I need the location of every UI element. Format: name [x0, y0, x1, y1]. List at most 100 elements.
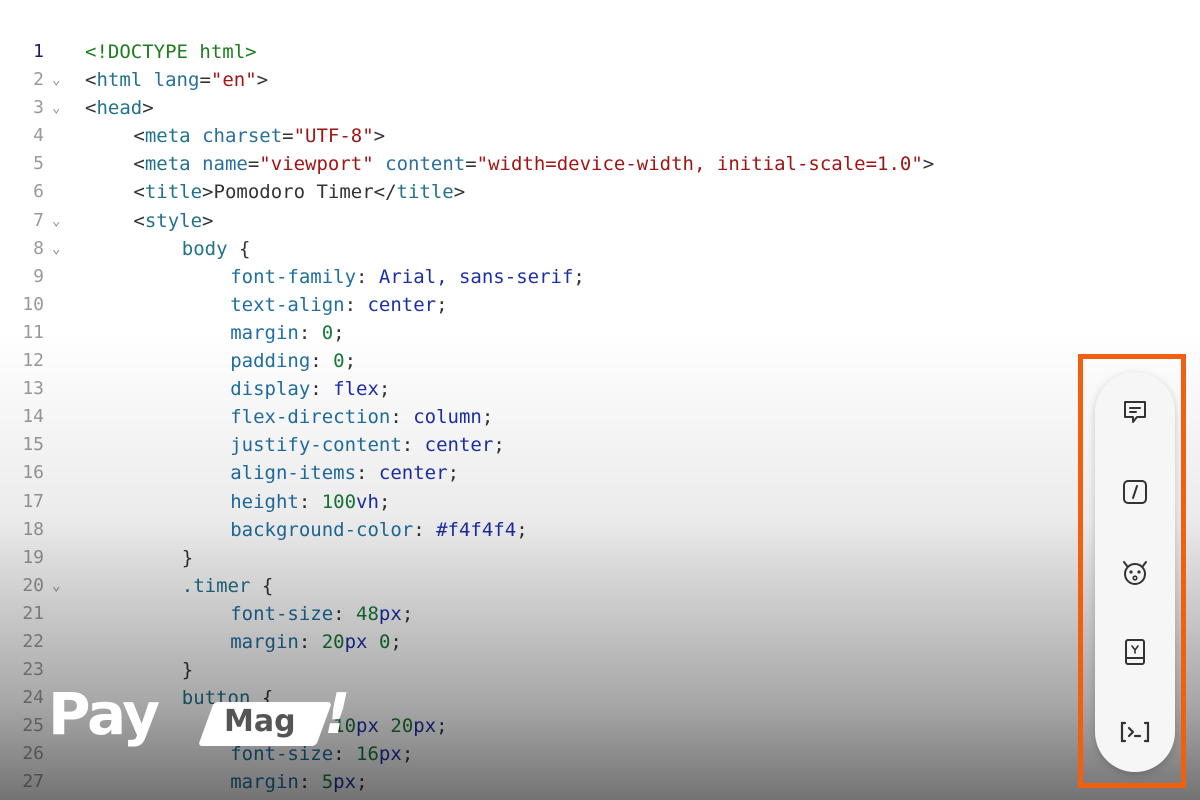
terminal-icon[interactable]	[1115, 712, 1155, 752]
code-line[interactable]: 27 margin: 5px;	[0, 768, 1200, 796]
code-line[interactable]: 6 <title>Pomodoro Timer</title>	[0, 178, 1200, 206]
code-token: justify-content	[230, 434, 402, 457]
line-number: 25	[22, 715, 44, 737]
code-line[interactable]: 21 font-size: 48px;	[0, 600, 1200, 628]
code-line[interactable]: 20 ⌄ .timer {	[0, 572, 1200, 600]
line-number: 23	[22, 659, 44, 681]
code-line[interactable]: 17 height: 100vh;	[0, 488, 1200, 516]
code-text: font-size: 48px;	[230, 600, 413, 628]
code-text: <!DOCTYPE html>	[85, 38, 257, 66]
code-token: <	[133, 125, 145, 148]
code-text: background-color: #f4f4f4;	[230, 516, 527, 544]
slash-command-icon[interactable]	[1115, 472, 1155, 512]
code-token: :	[310, 378, 334, 401]
code-line[interactable]: 8 ⌄ body {	[0, 235, 1200, 263]
code-text: }	[182, 544, 193, 572]
code-text: margin: 0;	[230, 319, 344, 347]
code-text: margin: 20px 0;	[230, 628, 402, 656]
code-token: px	[378, 743, 402, 766]
code-token: lang	[153, 69, 200, 92]
code-token: :	[356, 462, 379, 485]
code-line[interactable]: 12 padding: 0;	[0, 347, 1200, 375]
code-token: :	[298, 490, 322, 513]
code-token: name	[202, 153, 248, 176]
code-line[interactable]: 11 margin: 0;	[0, 319, 1200, 347]
fold-chevron-icon[interactable]: ⌄	[52, 235, 60, 263]
line-number: 8	[33, 237, 44, 259]
code-line[interactable]: 1 <!DOCTYPE html>	[0, 38, 1200, 66]
line-number: 6	[33, 181, 44, 203]
code-text: height: 100vh;	[230, 488, 390, 516]
code-token: margin	[230, 321, 299, 344]
code-token: 5	[321, 771, 334, 794]
code-token: center	[378, 462, 448, 485]
code-text: padding: 0;	[230, 347, 356, 375]
code-token: flex	[333, 378, 379, 401]
code-token: align-items	[230, 462, 357, 485]
code-token: ;	[378, 490, 391, 513]
chat-icon[interactable]	[1115, 392, 1155, 432]
code-line[interactable]: 5 <meta name="viewport" content="width=de…	[0, 150, 1200, 178]
code-text: justify-content: center;	[230, 431, 505, 459]
code-token: px	[333, 771, 357, 794]
code-token: :	[333, 602, 357, 625]
code-text: align-items: center;	[230, 459, 459, 487]
code-line[interactable]: 9 font-family: Arial, sans-serif;	[0, 263, 1200, 291]
code-line[interactable]: 16 align-items: center;	[0, 459, 1200, 487]
line-number: 3	[33, 97, 44, 119]
book-icon[interactable]	[1115, 632, 1155, 672]
code-text: flex-direction: column;	[230, 403, 493, 431]
line-number: 1	[33, 41, 44, 62]
code-token: <	[85, 97, 97, 120]
code-token: :	[310, 350, 334, 373]
code-token: =	[247, 153, 260, 176]
line-number: 22	[22, 630, 44, 652]
code-token: ;	[344, 350, 357, 373]
code-token: 20	[390, 715, 414, 738]
code-line[interactable]: 18 background-color: #f4f4f4;	[0, 516, 1200, 544]
code-token: 0	[333, 350, 345, 373]
code-token: #f4f4f4	[436, 518, 517, 541]
code-line[interactable]: 13 display: flex;	[0, 375, 1200, 403]
code-token: Arial, sans-serif	[378, 265, 574, 288]
watermark-mag-text: Mag	[224, 704, 296, 739]
code-token: center	[367, 293, 437, 316]
code-line[interactable]: 19}	[0, 544, 1200, 572]
code-token: margin	[230, 630, 299, 653]
fold-chevron-icon[interactable]: ⌄	[52, 66, 60, 94]
code-token: charset	[202, 125, 283, 148]
code-token: =	[465, 153, 477, 176]
code-line[interactable]: 2 ⌄ <html lang="en">	[0, 66, 1200, 94]
code-token: meta	[144, 153, 191, 176]
code-text: <meta charset="UTF-8">	[133, 122, 385, 150]
code-token: :	[413, 518, 437, 541]
fold-chevron-icon[interactable]: ⌄	[52, 207, 60, 235]
line-number: 15	[22, 434, 44, 456]
line-number: 12	[22, 350, 44, 372]
code-line[interactable]: 3 ⌄ <head>	[0, 94, 1200, 122]
code-token: >	[256, 69, 269, 92]
fold-chevron-icon[interactable]: ⌄	[52, 94, 60, 122]
code-token: "width=device-width, initial-scale=1.0"	[476, 153, 923, 176]
code-token: .timer	[181, 574, 251, 597]
code-line[interactable]: 10 text-align: center;	[0, 291, 1200, 319]
code-token: flex-direction	[230, 406, 391, 429]
code-line[interactable]: 7 ⌄ <style>	[0, 207, 1200, 235]
code-token: 0	[321, 321, 334, 344]
code-line[interactable]: 15 justify-content: center;	[0, 431, 1200, 459]
code-line[interactable]: 22 margin: 20px 0;	[0, 628, 1200, 656]
code-line[interactable]: 4 <meta charset="UTF-8">	[0, 122, 1200, 150]
code-token: ;	[436, 715, 448, 738]
code-token: vh	[356, 490, 379, 513]
line-number: 9	[33, 265, 44, 287]
code-line[interactable]: 14 flex-direction: column;	[0, 403, 1200, 431]
code-token: =	[199, 69, 211, 92]
line-number: 18	[22, 518, 44, 540]
bug-icon[interactable]	[1115, 552, 1155, 592]
fold-chevron-icon[interactable]: ⌄	[52, 572, 60, 600]
line-number: 11	[22, 321, 44, 343]
